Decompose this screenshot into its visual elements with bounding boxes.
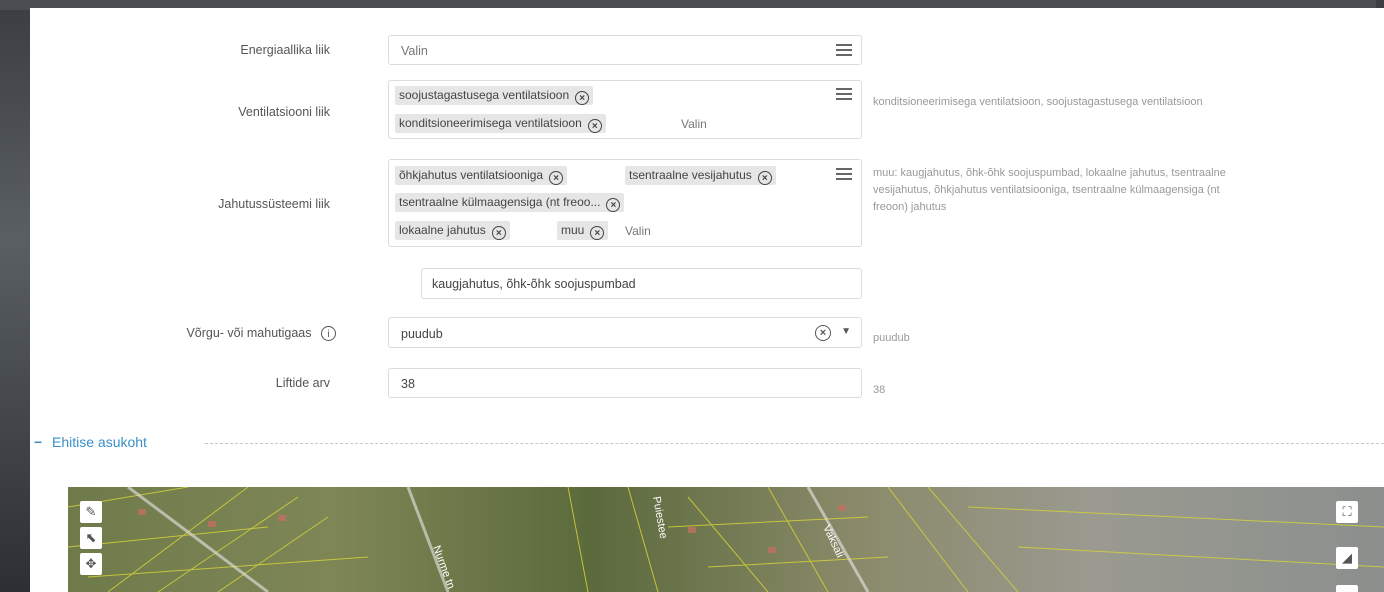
cooling-tag: tsentraalne külmaagensiga (nt freoo... × (395, 193, 625, 212)
remove-tag-icon[interactable]: × (575, 91, 590, 105)
gas-select[interactable]: puudub × ▼ (388, 317, 862, 348)
cooling-tag: õhkjahutus ventilatsiooniga × (395, 166, 568, 185)
map-street-label: Nurme tn (430, 544, 457, 591)
map-street-label: Puiestee (650, 495, 669, 539)
map-parcels: Nurme tn Puiestee Vaksali (68, 487, 1384, 592)
measure-icon[interactable]: ◢ (1336, 547, 1358, 569)
cooling-tag: lokaalne jahutus × (395, 221, 510, 240)
pan-icon[interactable]: ✥ (80, 553, 102, 575)
list-icon[interactable] (836, 88, 852, 100)
section-divider (205, 443, 1384, 444)
remove-tag-icon[interactable]: × (606, 198, 621, 212)
cooling-other-input[interactable]: kaugjahutus, õhk-õhk soojuspumbad (421, 268, 862, 299)
gas-label: Võrgu- või mahutigaas i (140, 326, 336, 341)
map-view[interactable]: Nurme tn Puiestee Vaksali ✎ ⬉ ✥ ⛶ ◢ ◈ (68, 487, 1384, 592)
remove-tag-icon[interactable]: × (549, 171, 564, 185)
tag-label: tsentraalne vesijahutus (629, 168, 752, 182)
cooling-hint: muu: kaugjahutus, õhk-õhk soojuspumbad, … (873, 167, 1226, 213)
draw-line-icon[interactable]: ✎ (80, 501, 102, 523)
tag-label: soojustagastusega ventilatsioon (399, 88, 570, 102)
section-title[interactable]: Ehitise asukoht (52, 434, 147, 450)
list-icon[interactable] (836, 168, 852, 180)
tag-label: õhkjahutus ventilatsiooniga (399, 168, 544, 182)
elevators-hint: 38 (873, 384, 886, 396)
ventilation-hint: konditsioneerimisega ventilatsioon, sooj… (873, 96, 1203, 108)
clear-icon[interactable]: × (815, 325, 831, 341)
info-icon[interactable]: i (321, 326, 336, 341)
cooling-tag: tsentraalne vesijahutus × (625, 166, 776, 185)
ventilation-tag: konditsioneerimisega ventilatsioon × (395, 114, 606, 133)
tag-label: konditsioneerimisega ventilatsioon (399, 116, 582, 130)
fullscreen-icon[interactable]: ⛶ (1336, 501, 1358, 523)
cooling-tag: muu × (557, 221, 609, 240)
chevron-down-icon[interactable]: ▼ (841, 326, 851, 337)
layers-icon[interactable]: ◈ (1336, 585, 1358, 592)
energy-source-select[interactable]: Valin (388, 35, 862, 65)
remove-tag-icon[interactable]: × (590, 226, 605, 240)
energy-source-label: Energiaallika liik (240, 43, 330, 57)
remove-tag-icon[interactable]: × (757, 171, 772, 185)
cooling-placeholder: Valin (625, 224, 651, 238)
select-icon[interactable]: ⬉ (80, 527, 102, 549)
ventilation-multiselect[interactable]: soojustagastusega ventilatsioon × kondits… (388, 80, 862, 139)
gas-label-text: Võrgu- või mahutigaas (186, 326, 312, 340)
remove-tag-icon[interactable]: × (587, 119, 602, 133)
elevators-value: 38 (401, 377, 415, 391)
ventilation-placeholder: Valin (681, 117, 707, 131)
ventilation-label: Ventilatsiooni liik (238, 105, 330, 119)
gas-value: puudub (401, 327, 443, 341)
list-icon[interactable] (836, 44, 852, 56)
tag-label: lokaalne jahutus (399, 223, 486, 237)
cooling-multiselect[interactable]: õhkjahutus ventilatsiooniga × tsentraalne… (388, 159, 862, 247)
cooling-label: Jahutussüsteemi liik (218, 197, 330, 211)
section-toggle-icon[interactable]: − (34, 434, 42, 450)
cooling-other-value: kaugjahutus, õhk-õhk soojuspumbad (432, 277, 636, 291)
ventilation-tag: soojustagastusega ventilatsioon × (395, 86, 594, 105)
elevators-label: Liftide arv (275, 376, 330, 390)
gas-hint: puudub (873, 332, 910, 344)
energy-source-placeholder: Valin (401, 44, 428, 58)
remove-tag-icon[interactable]: × (491, 226, 506, 240)
map-street-label: Vaksali (820, 523, 846, 559)
tag-label: muu (561, 223, 585, 237)
elevators-input[interactable]: 38 (388, 368, 862, 398)
tag-label: tsentraalne külmaagensiga (nt freoo... (399, 195, 601, 209)
